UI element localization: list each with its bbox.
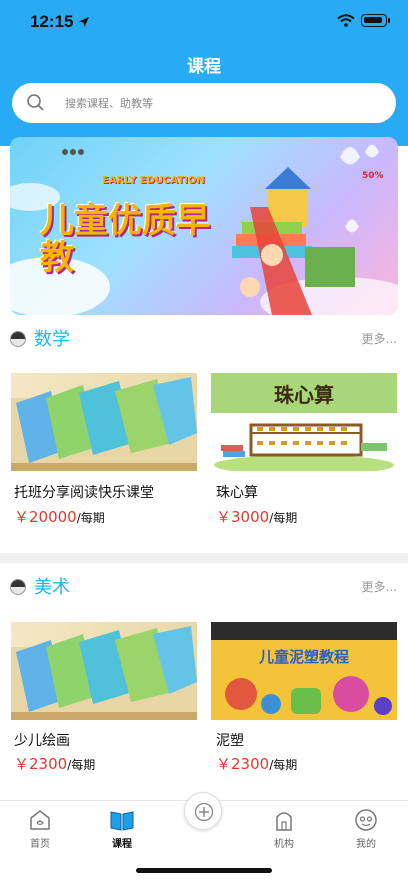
promo-banner[interactable]: 儿童优质早教 EARLY EDUCATION 50% [10,137,398,315]
section-header-art: 美术 更多... [0,568,408,608]
search-icon [27,94,44,111]
course-price: ￥3000/每期 [216,508,298,526]
banner-subtitle: EARLY EDUCATION [102,175,205,186]
section-title: 数学 [34,329,70,350]
building-icon [276,812,292,831]
books-image [11,626,197,720]
course-image-abacus[interactable]: 珠心算 [211,373,397,471]
wifi-icon [337,14,355,27]
tab-home[interactable]: 首页 [10,807,70,850]
course-image-drawing[interactable] [11,622,197,720]
course-name[interactable]: 少儿绘画 [14,730,70,750]
tab-label: 首页 [30,839,50,850]
banner-badge: 50% [362,171,384,181]
home-indicator [136,868,272,873]
books-image [11,377,197,471]
section-divider [0,553,408,563]
section-header-math: 数学 更多... [0,320,408,360]
course-price: ￥2300/每期 [216,755,298,773]
more-link[interactable]: 更多... [362,578,397,595]
clay-image [211,622,397,720]
course-price: ￥2300/每期 [14,755,96,773]
avatar-icon [10,331,26,347]
course-price: ￥20000/每期 [14,508,105,526]
tab-label: 机构 [274,839,294,850]
course-name[interactable]: 珠心算 [216,482,258,502]
course-image-reading[interactable] [11,373,197,471]
plus-icon [194,802,214,822]
status-bar: 12:15 [0,0,408,44]
course-name[interactable]: 泥塑 [216,730,244,750]
tab-label: 我的 [356,839,376,850]
home-icon [30,810,50,830]
battery-icon [361,14,390,27]
tab-label: 课程 [112,839,132,850]
tab-courses[interactable]: 课程 [92,807,152,850]
search-input[interactable]: 搜索课程、助教等 [12,83,396,123]
search-placeholder: 搜索课程、助教等 [65,97,153,110]
add-button[interactable] [184,792,222,830]
clay-image-title: 儿童泥塑教程 [258,648,349,666]
location-arrow-icon [79,17,89,27]
profile-face-icon [355,809,377,831]
open-book-icon [110,811,134,831]
tab-institution[interactable]: 机构 [254,807,314,850]
abacus-image-title: 珠心算 [274,385,334,407]
tab-profile[interactable]: 我的 [336,807,396,850]
status-time: 12:15 [30,12,74,31]
course-image-clay[interactable]: 儿童泥塑教程 [211,622,397,720]
banner-headline: 儿童优质早教 [40,203,210,278]
page-title: 课程 [187,57,221,77]
section-title: 美术 [34,577,70,598]
avatar-icon [10,579,26,595]
course-name[interactable]: 托班分享阅读快乐课堂 [14,482,154,502]
more-link[interactable]: 更多... [362,330,397,347]
